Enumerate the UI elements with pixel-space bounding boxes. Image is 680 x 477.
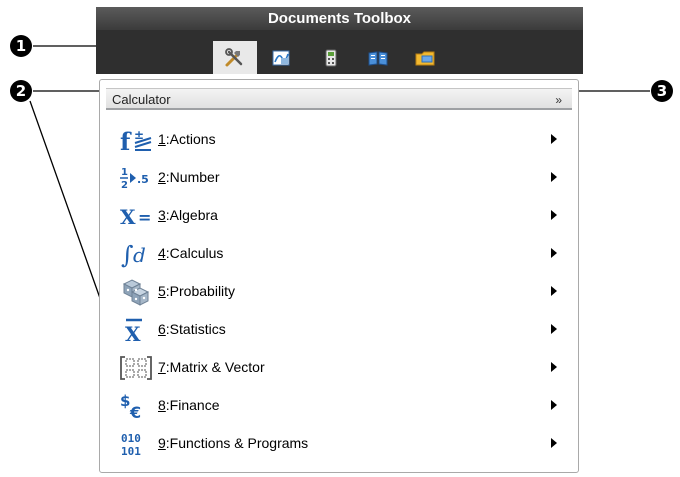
- graph-icon: [272, 50, 290, 65]
- submenu-arrow-icon: [551, 248, 557, 258]
- x-bar-icon: X: [116, 314, 156, 346]
- svg-text:2: 2: [121, 180, 128, 191]
- menu-item-label: 1:Actions: [158, 131, 216, 147]
- menu-item-probability[interactable]: 5:Probability: [106, 274, 572, 310]
- binary-icon: 010 101: [116, 428, 156, 460]
- menu-item-actions[interactable]: f ± 1:Actions: [106, 122, 572, 158]
- panel-header[interactable]: Calculator »: [106, 88, 572, 110]
- matrix-icon: [116, 352, 156, 384]
- menu-item-label: 4:Calculus: [158, 245, 224, 261]
- svg-text:X: X: [125, 322, 141, 344]
- submenu-arrow-icon: [551, 400, 557, 410]
- menu-item-label: 3:Algebra: [158, 207, 218, 223]
- integral-icon: ∫ d: [116, 238, 156, 270]
- menu-item-statistics[interactable]: X 6:Statistics: [106, 312, 572, 348]
- svg-text:X: X: [120, 205, 136, 229]
- svg-text:.5: .5: [137, 173, 149, 186]
- svg-text:1: 1: [121, 167, 128, 178]
- calculator-icon: [325, 49, 337, 66]
- tab-calculator[interactable]: [309, 41, 353, 74]
- svg-text:f: f: [120, 127, 132, 154]
- callout-2: 2: [10, 80, 32, 102]
- callout-1: 1: [10, 35, 32, 57]
- dice-icon: [116, 276, 156, 308]
- menu-item-label: 9:Functions & Programs: [158, 435, 309, 451]
- svg-text:d: d: [133, 243, 146, 267]
- menu-item-label: 2:Number: [158, 169, 220, 185]
- submenu-arrow-icon: [551, 324, 557, 334]
- toolbox-title: Documents Toolbox: [96, 7, 583, 30]
- documents-toolbox: Documents Toolbox Calculator » f ± 1:Act…: [96, 7, 583, 473]
- svg-text:∫: ∫: [121, 241, 134, 268]
- double-chevron-up-icon[interactable]: »: [555, 89, 562, 111]
- menu-item-label: 8:Finance: [158, 397, 220, 413]
- menu-item-label: 5:Probability: [158, 283, 236, 299]
- currency-icon: $ €: [116, 390, 156, 422]
- menu-item-finance[interactable]: $ € 8:Finance: [106, 388, 572, 424]
- calculator-panel: Calculator » f ± 1:Actions 1 2 .5 2:Numb…: [99, 79, 579, 473]
- submenu-arrow-icon: [551, 210, 557, 220]
- svg-text:$: $: [120, 392, 130, 410]
- tools-icon: [225, 47, 243, 66]
- menu-item-label: 7:Matrix & Vector: [158, 359, 265, 375]
- menu-item-calculus[interactable]: ∫ d 4:Calculus: [106, 236, 572, 272]
- svg-text:=: =: [138, 208, 151, 227]
- submenu-arrow-icon: [551, 438, 557, 448]
- tab-strip: [96, 30, 583, 74]
- menu-item-number[interactable]: 1 2 .5 2:Number: [106, 160, 572, 196]
- tab-content[interactable]: [403, 41, 447, 74]
- folder-icon: [415, 51, 435, 65]
- submenu-arrow-icon: [551, 134, 557, 144]
- algebra-x-equals-icon: X =: [116, 200, 156, 232]
- panel-header-label: Calculator: [112, 92, 171, 107]
- menu-item-matrix-vector[interactable]: 7:Matrix & Vector: [106, 350, 572, 386]
- menu-item-label: 6:Statistics: [158, 321, 226, 337]
- svg-text:101: 101: [121, 445, 141, 458]
- tab-library[interactable]: [356, 41, 400, 74]
- callout-3: 3: [651, 80, 673, 102]
- svg-text:010: 010: [121, 432, 141, 445]
- tab-graph[interactable]: [259, 41, 303, 74]
- svg-text:€: €: [129, 403, 141, 420]
- submenu-arrow-icon: [551, 172, 557, 182]
- menu-item-functions-programs[interactable]: 010 101 9:Functions & Programs: [106, 426, 572, 462]
- fraction-number-icon: 1 2 .5: [116, 162, 156, 194]
- menu-item-algebra[interactable]: X = 3:Algebra: [106, 198, 572, 234]
- submenu-arrow-icon: [551, 362, 557, 372]
- tab-tools[interactable]: [213, 41, 257, 74]
- submenu-arrow-icon: [551, 286, 557, 296]
- book-icon: [368, 50, 388, 66]
- function-actions-icon: f ±: [116, 124, 156, 156]
